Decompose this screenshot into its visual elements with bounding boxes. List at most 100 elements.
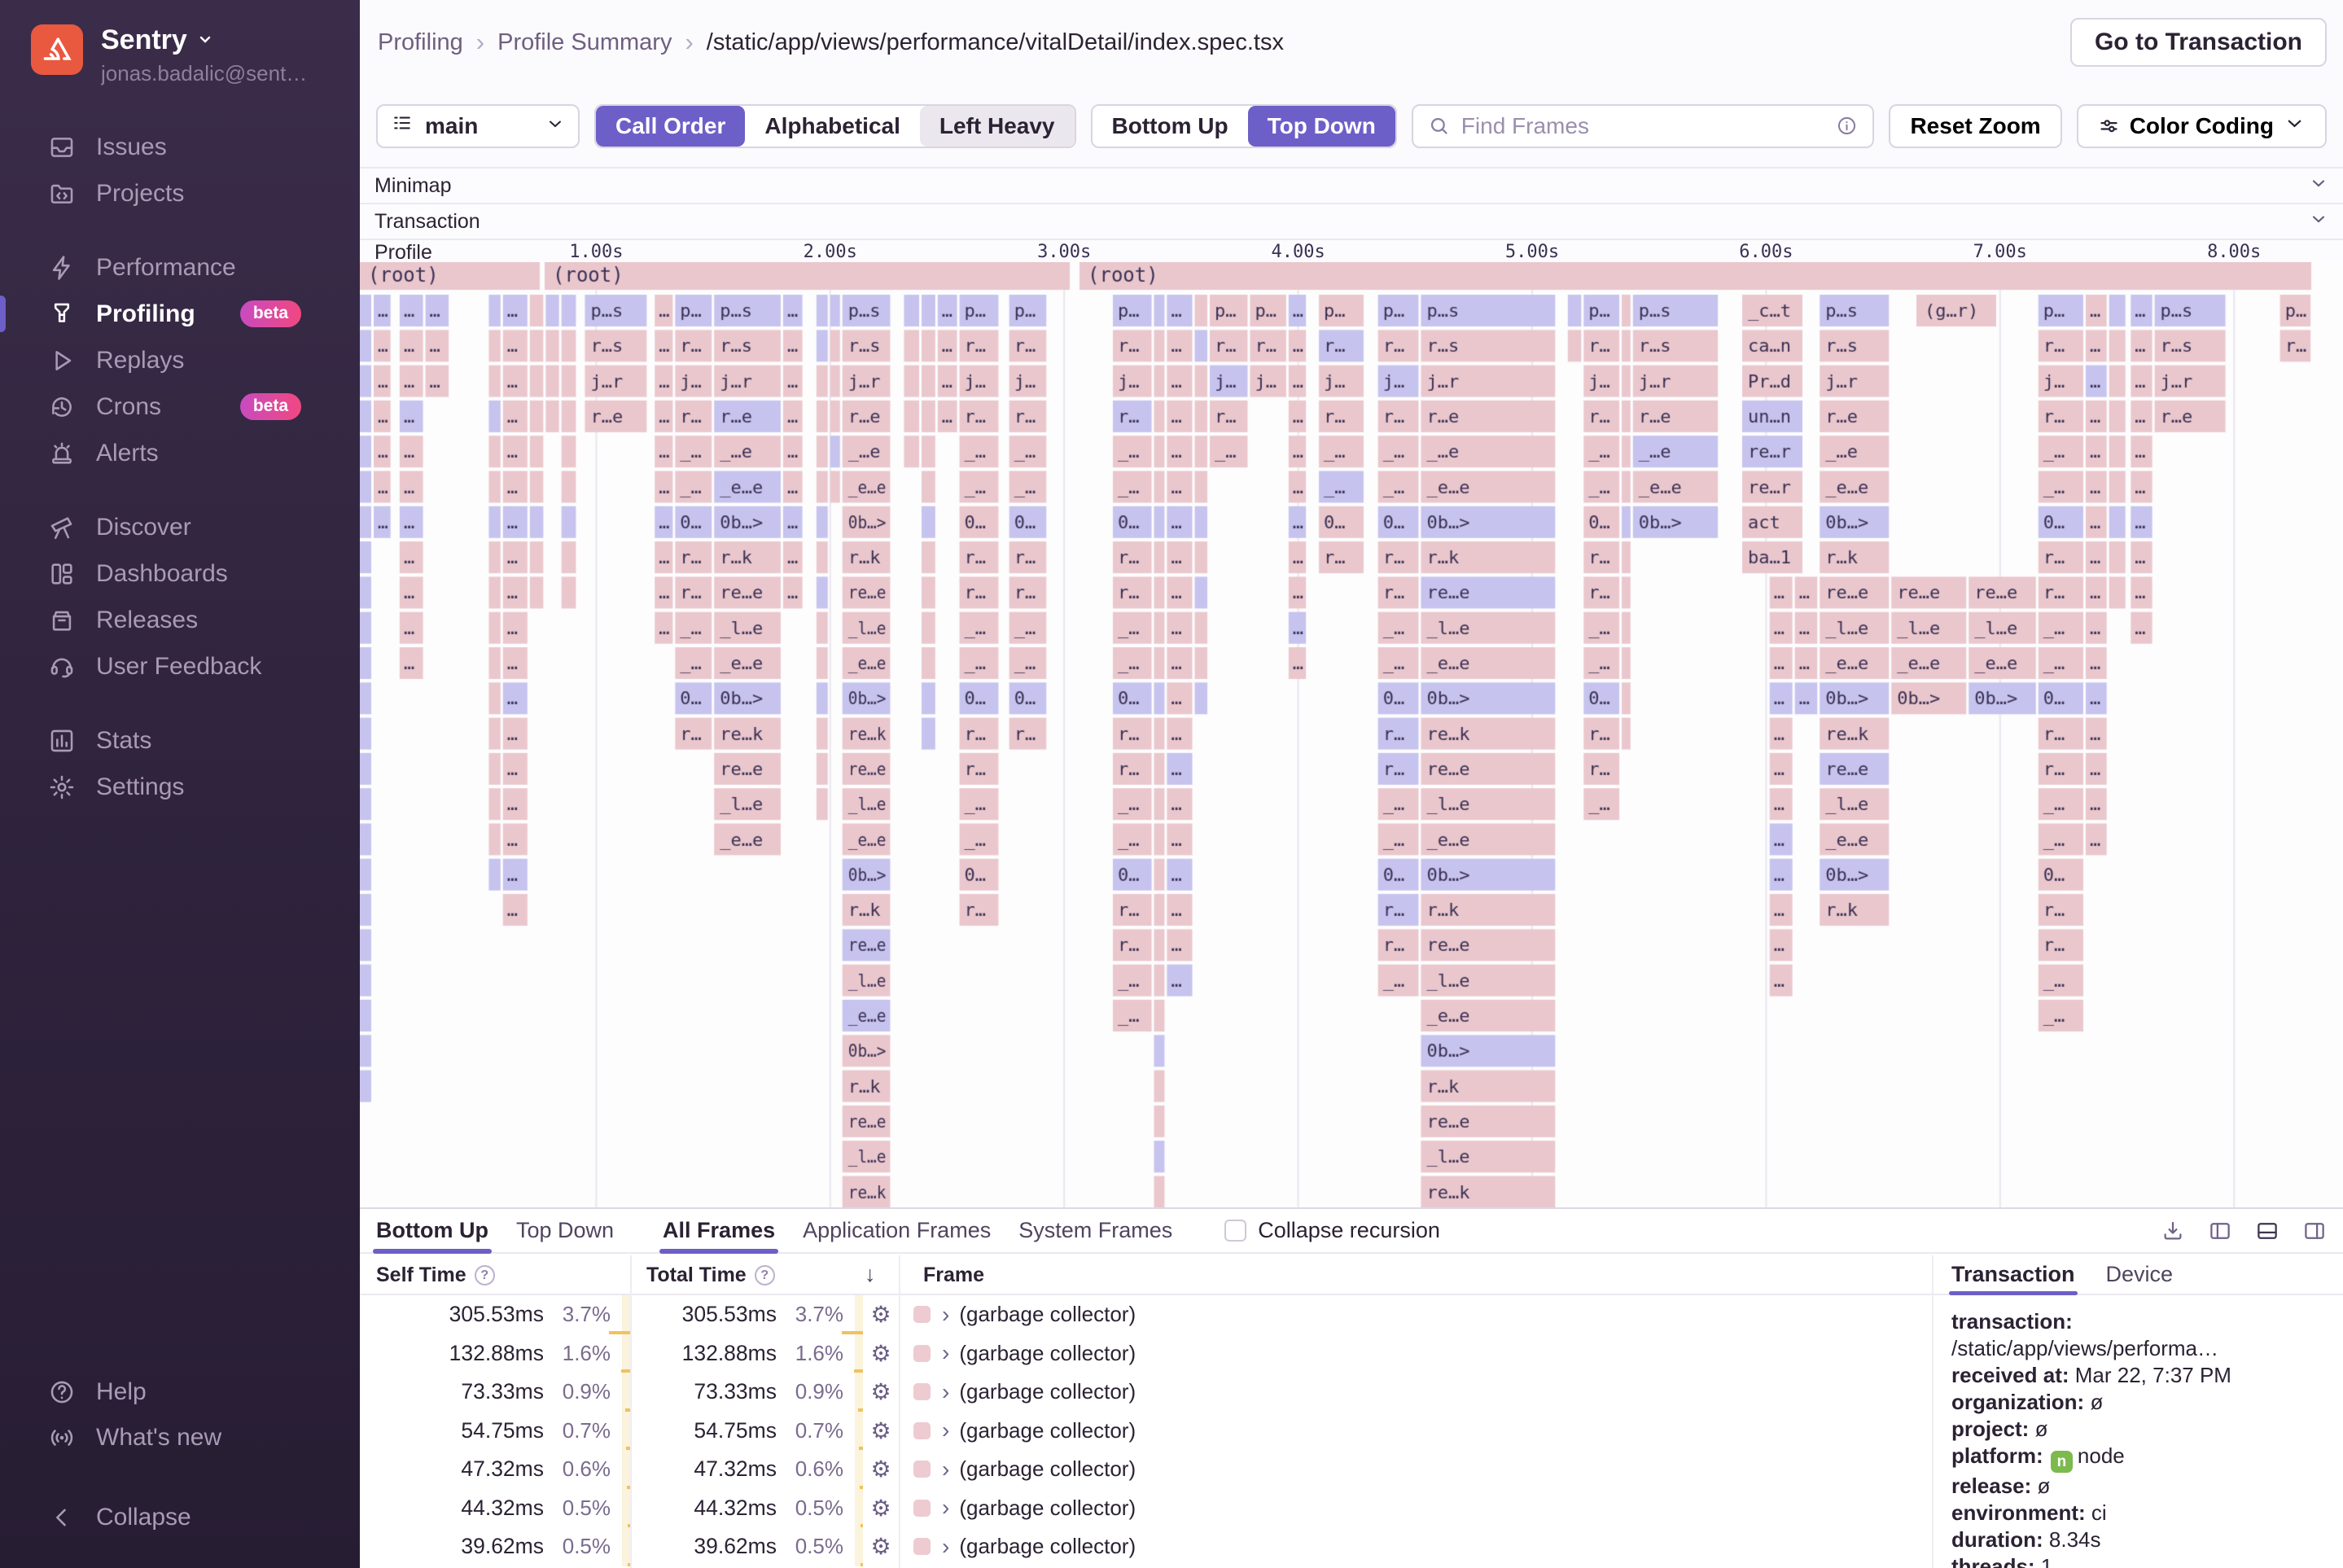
gear-icon[interactable]: ⚙ <box>863 1378 899 1405</box>
column-divider <box>899 1255 900 1568</box>
sidebar-item-issues[interactable]: Issues <box>0 124 360 170</box>
tab-system-frames[interactable]: System Frames <box>1018 1209 1172 1252</box>
find-frames-search[interactable] <box>1411 103 1875 148</box>
gear-icon[interactable]: ⚙ <box>863 1301 899 1328</box>
sorting-segmented-control: Call Order Alphabetical Left Heavy <box>594 103 1076 148</box>
frame-table-area: Self Time? Total Time? ↓ Frame 305.53ms 3… <box>360 1255 2343 1568</box>
breadcrumb-item[interactable]: Profile Summary <box>497 29 672 56</box>
sidebar-item-dashboards[interactable]: Dashboards <box>0 550 360 597</box>
reset-zoom-button[interactable]: Reset Zoom <box>1889 103 2062 148</box>
total-time-cell: 44.32ms 0.5% ⚙ <box>630 1488 899 1527</box>
sidebar-item-projects[interactable]: Projects <box>0 170 360 217</box>
chevron-down-icon[interactable] <box>2309 173 2328 199</box>
segment-call-order[interactable]: Call Order <box>596 105 746 147</box>
search-icon <box>1430 117 1447 134</box>
total-time-header[interactable]: Total Time? <box>646 1264 775 1287</box>
sidebar-item-user-feedback[interactable]: User Feedback <box>0 643 360 690</box>
breadcrumb-item[interactable]: Profiling <box>378 29 463 56</box>
collapse-recursion-checkbox[interactable]: Collapse recursion <box>1224 1218 1440 1243</box>
total-time-cell: 305.53ms 3.7% ⚙ <box>630 1295 899 1334</box>
sidebar-item-what-s-new[interactable]: What's new <box>0 1415 360 1461</box>
expand-chevron-icon[interactable]: › <box>942 1417 949 1443</box>
gear-icon[interactable]: ⚙ <box>863 1417 899 1444</box>
total-time-meter <box>855 1488 863 1527</box>
gear-icon[interactable]: ⚙ <box>863 1456 899 1483</box>
sidebar-item-label: Dashboards <box>96 559 228 587</box>
search-input[interactable] <box>1461 112 1825 139</box>
details-tab-transaction[interactable]: Transaction <box>1949 1262 2078 1295</box>
self-time-cell: 54.75ms 0.7% <box>360 1411 630 1450</box>
sidebar-item-replays[interactable]: Replays <box>0 337 360 383</box>
segment-top-down[interactable]: Top Down <box>1247 105 1395 147</box>
sidebar-item-label: Settings <box>96 773 185 800</box>
segment-alphabetical[interactable]: Alphabetical <box>745 105 920 147</box>
expand-chevron-icon[interactable]: › <box>942 1495 949 1521</box>
transaction-row[interactable]: Transaction <box>360 203 2343 239</box>
expand-chevron-icon[interactable]: › <box>942 1456 949 1483</box>
sidebar-section: Issues Projects <box>0 124 360 217</box>
segment-bottom-up[interactable]: Bottom Up <box>1092 105 1248 147</box>
detail-transaction: transaction: /static/app/views/performa… <box>1951 1309 2219 1360</box>
go-to-transaction-button[interactable]: Go to Transaction <box>2069 18 2327 67</box>
sidebar-item-collapse[interactable]: Collapse <box>0 1495 360 1540</box>
sidebar-item-crons[interactable]: Crons beta <box>0 383 360 430</box>
layout-right-icon[interactable] <box>2302 1219 2327 1243</box>
total-time-meter <box>855 1527 863 1566</box>
sidebar-item-releases[interactable]: Releases <box>0 597 360 643</box>
checkbox-icon[interactable] <box>1224 1220 1247 1242</box>
frame-name: (garbage collector) <box>959 1417 1136 1443</box>
sidebar-item-label: Replays <box>96 346 185 374</box>
sidebar-item-label: User Feedback <box>96 652 262 680</box>
color-coding-button[interactable]: Color Coding <box>2076 103 2327 148</box>
total-time-cell: 47.32ms 0.6% ⚙ <box>630 1450 899 1489</box>
layout-left-icon[interactable] <box>2208 1219 2232 1243</box>
thread-select[interactable]: main <box>376 103 580 148</box>
time-tick: 5.00s <box>1504 242 1560 262</box>
node-platform-icon: n <box>2050 1451 2073 1473</box>
org-switcher[interactable]: Sentry jonas.badalic@sent… <box>0 0 360 103</box>
total-time-meter <box>853 1334 863 1373</box>
segment-left-heavy[interactable]: Left Heavy <box>919 105 1075 147</box>
self-time-header[interactable]: Self Time? <box>376 1264 495 1287</box>
total-time-meter <box>842 1295 863 1334</box>
sidebar-item-discover[interactable]: Discover <box>0 504 360 550</box>
time-tick: 6.00s <box>1739 242 1793 262</box>
help-circle-icon: ? <box>474 1265 495 1285</box>
layout-bottom-icon[interactable] <box>2255 1219 2279 1243</box>
tab-bottom-up[interactable]: Bottom Up <box>373 1209 492 1254</box>
expand-chevron-icon[interactable]: › <box>942 1379 949 1405</box>
download-icon[interactable] <box>2161 1219 2185 1243</box>
details-tab-device[interactable]: Device <box>2106 1262 2174 1295</box>
sidebar-item-settings[interactable]: Settings <box>0 764 360 810</box>
gear-icon[interactable]: ⚙ <box>863 1533 899 1560</box>
detail-received-at: received at: Mar 22, 7:37 PM <box>1951 1363 2231 1387</box>
sidebar-item-profiling[interactable]: Profiling beta <box>0 291 360 337</box>
profiling-icon <box>47 300 77 329</box>
minimap-row[interactable]: Minimap <box>360 167 2343 203</box>
sidebar-item-alerts[interactable]: Alerts <box>0 430 360 476</box>
flamegraph[interactable] <box>360 262 2343 1207</box>
collapse-icon <box>47 1503 77 1532</box>
sidebar-item-performance[interactable]: Performance <box>0 244 360 291</box>
expand-chevron-icon[interactable]: › <box>942 1340 949 1366</box>
collapse-recursion-label: Collapse recursion <box>1258 1218 1440 1242</box>
sidebar-item-help[interactable]: Help <box>0 1369 360 1415</box>
expand-chevron-icon[interactable]: › <box>942 1302 949 1328</box>
stats-icon <box>47 726 77 756</box>
frame-name: (garbage collector) <box>959 1302 1136 1327</box>
sidebar-item-stats[interactable]: Stats <box>0 717 360 764</box>
tab-top-down[interactable]: Top Down <box>516 1209 614 1252</box>
expand-chevron-icon[interactable]: › <box>942 1534 949 1560</box>
sidebar-item-label: Stats <box>96 726 152 754</box>
gear-icon[interactable]: ⚙ <box>863 1495 899 1522</box>
tab-all-frames[interactable]: All Frames <box>659 1209 779 1254</box>
tab-application-frames[interactable]: Application Frames <box>803 1209 991 1252</box>
frame-name: (garbage collector) <box>959 1495 1136 1520</box>
gear-icon[interactable]: ⚙ <box>863 1340 899 1367</box>
chevron-down-icon[interactable] <box>2309 209 2328 234</box>
sort-desc-icon[interactable]: ↓ <box>865 1262 876 1287</box>
frame-header[interactable]: Frame <box>923 1264 984 1287</box>
sliders-icon <box>2100 120 2117 133</box>
crons-icon <box>47 392 77 422</box>
breadcrumb-separator: › <box>685 28 694 56</box>
